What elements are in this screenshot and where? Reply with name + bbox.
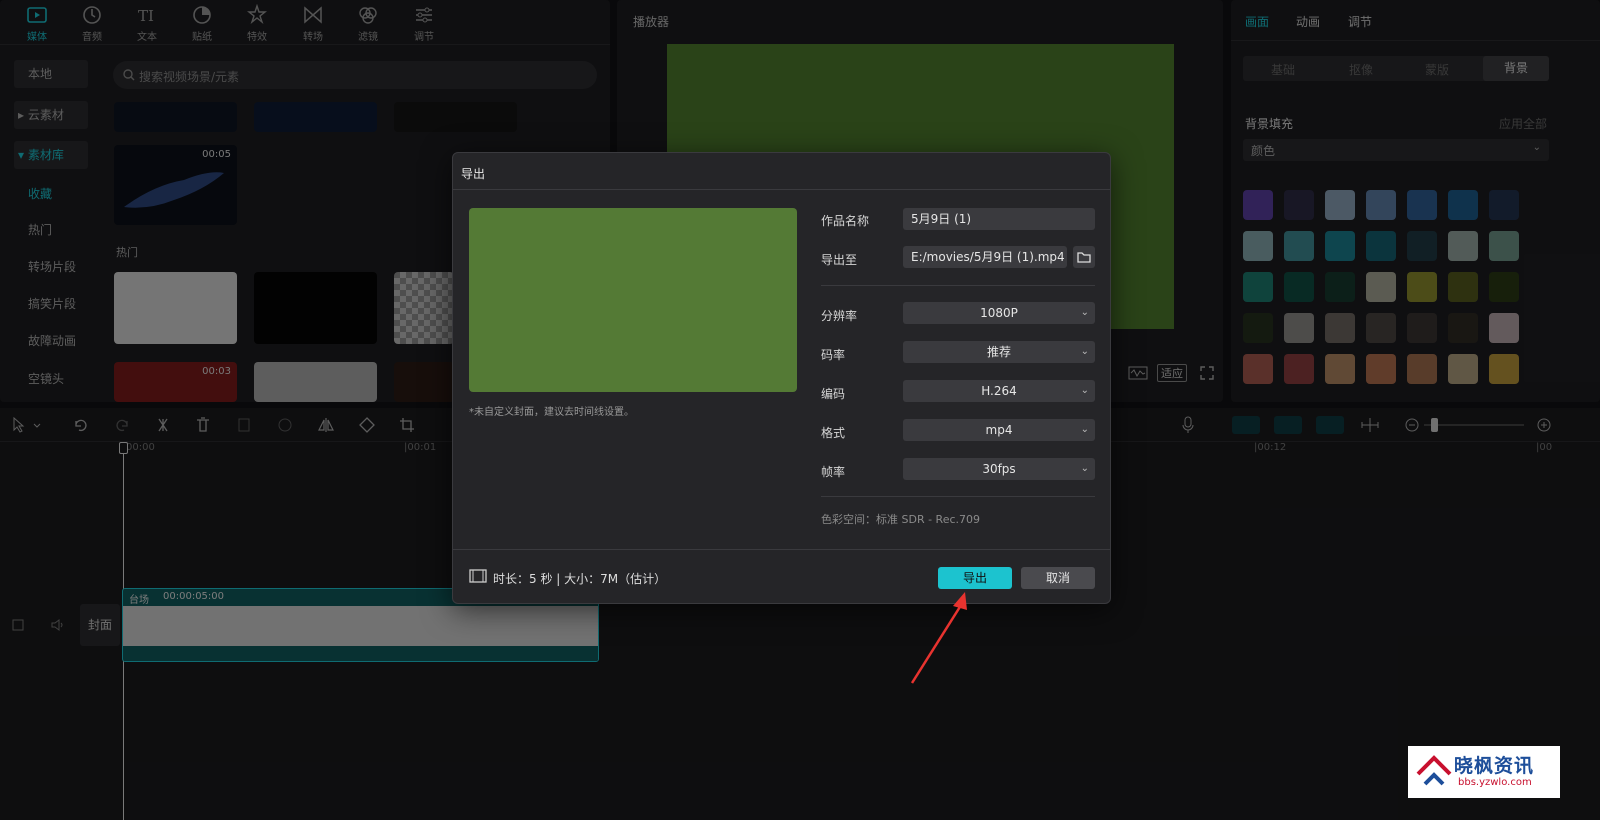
name-input[interactable]: 5月9日 (1): [903, 208, 1095, 230]
cancel-button[interactable]: 取消: [1021, 567, 1095, 589]
fps-value: 30fps: [982, 462, 1016, 476]
bitrate-select[interactable]: 推荐 ⌄: [903, 341, 1095, 363]
codec-label: 编码: [821, 387, 846, 401]
format-label: 格式: [821, 426, 846, 440]
annotation-arrow: [910, 592, 967, 684]
chevron-down-icon: ⌄: [1080, 463, 1089, 474]
logo-icon: [1416, 755, 1452, 786]
format-select[interactable]: mp4 ⌄: [903, 419, 1095, 441]
path-input[interactable]: E:/movies/5月9日 (1).mp4: [903, 246, 1067, 268]
codec-select[interactable]: H.264 ⌄: [903, 380, 1095, 402]
watermark-url: bbs.yzwlo.com: [1458, 777, 1532, 788]
path-label: 导出至: [821, 253, 858, 267]
chevron-down-icon: ⌄: [1080, 424, 1089, 435]
bitrate-value: 推荐: [986, 345, 1011, 359]
codec-value: H.264: [981, 384, 1017, 398]
watermark: 晓枫资讯 bbs.yzwlo.com: [1408, 746, 1560, 798]
browse-folder-button[interactable]: [1073, 246, 1095, 268]
fps-select[interactable]: 30fps ⌄: [903, 458, 1095, 480]
color-space-info: 色彩空间：标准 SDR - Rec.709: [821, 513, 981, 526]
divider: [453, 189, 1110, 190]
export-dialog: 导出 *未自定义封面，建议去时间线设置。 作品名称 5月9日 (1) 导出至 E…: [452, 152, 1111, 604]
export-button[interactable]: 导出: [938, 567, 1012, 589]
dialog-title: 导出: [461, 167, 486, 181]
footer-info: 时长：5 秒 | 大小：7M（估计）: [493, 572, 667, 586]
divider: [821, 496, 1095, 497]
folder-icon: [1077, 252, 1091, 263]
format-value: mp4: [985, 423, 1013, 437]
resolution-value: 1080P: [980, 306, 1018, 320]
resolution-select[interactable]: 1080P ⌄: [903, 302, 1095, 324]
fps-label: 帧率: [821, 465, 846, 479]
divider: [453, 549, 1110, 550]
divider: [821, 285, 1095, 286]
cover-hint: *未自定义封面，建议去时间线设置。: [469, 407, 634, 418]
name-label: 作品名称: [821, 214, 870, 228]
chevron-down-icon: ⌄: [1080, 346, 1089, 357]
watermark-name: 晓枫资讯: [1454, 755, 1535, 777]
film-icon: [469, 569, 487, 583]
resolution-label: 分辨率: [821, 309, 858, 323]
bitrate-label: 码率: [821, 348, 846, 362]
chevron-down-icon: ⌄: [1080, 307, 1089, 318]
cover-preview[interactable]: [469, 208, 797, 392]
chevron-down-icon: ⌄: [1080, 385, 1089, 396]
